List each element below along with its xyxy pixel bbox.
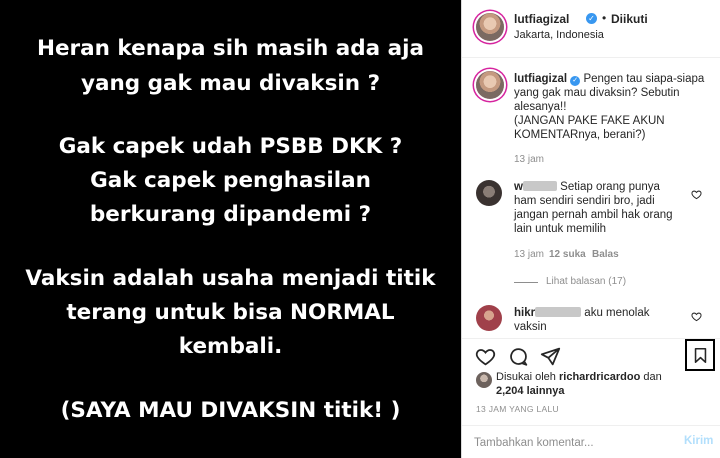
- post-text-line: Gak capek udah PSBB DKK ?: [58, 134, 403, 159]
- comment-username[interactable]: hikr: [514, 307, 535, 319]
- caption-line: Pengen tau siapa-siapa: [583, 73, 705, 85]
- comment-text: w Setiap orang punya: [514, 180, 704, 194]
- add-comment-bar: Kirim: [462, 425, 720, 458]
- post-side-panel: lutfiagizal ✓ • Diikuti Jakarta, Indones…: [461, 0, 720, 458]
- post-date: 13 JAM YANG LALU: [476, 404, 559, 414]
- view-replies-line: [514, 282, 538, 283]
- action-bar: [462, 338, 720, 372]
- comment-bubble-icon[interactable]: [508, 346, 529, 367]
- likes-count[interactable]: 2,204 lainnya: [496, 384, 565, 399]
- caption-line: KOMENTARnya, berani?): [514, 129, 646, 141]
- post-text-line: berkurang dipandemi ?: [89, 202, 372, 227]
- caption-username[interactable]: lutfiagizal: [514, 73, 567, 85]
- reply-button[interactable]: Balas: [592, 249, 619, 260]
- likes-and: dan: [643, 371, 662, 383]
- comment-line: vaksin: [514, 321, 547, 333]
- avatar[interactable]: [476, 13, 504, 41]
- post-text-line: terang untuk bisa NORMAL: [66, 300, 395, 325]
- likes-prefix: Disukai oleh: [496, 371, 556, 383]
- likes-summary: Disukai oleh richardricardoo dan: [496, 370, 716, 385]
- verified-badge-icon: ✓: [586, 13, 597, 24]
- post-text-line: kembali.: [178, 334, 283, 359]
- verified-badge-icon: ✓: [570, 76, 581, 86]
- comment-line: lain untuk memilih: [514, 223, 607, 235]
- comment-like-heart-icon[interactable]: [691, 311, 702, 322]
- post-comment-button[interactable]: Kirim: [684, 435, 713, 447]
- post-image[interactable]: Heran kenapa sih masih ada aja yang gak …: [0, 0, 461, 458]
- post-text-line: Vaksin adalah usaha menjadi titik: [25, 266, 436, 291]
- comment-avatar[interactable]: [476, 180, 502, 206]
- redacted-username: [522, 181, 557, 191]
- caption-text: lutfiagizal ✓ Pengen tau siapa-siapa: [514, 72, 714, 86]
- comment-likes[interactable]: 12 suka: [549, 249, 586, 260]
- comments-section: lutfiagizal ✓ Pengen tau siapa-siapa yan…: [462, 58, 720, 338]
- comment-like-heart-icon[interactable]: [691, 189, 702, 200]
- post-text-line: Heran kenapa sih masih ada aja: [36, 36, 425, 61]
- caption-line: alesanya!!: [514, 101, 567, 113]
- like-heart-icon[interactable]: [475, 346, 496, 367]
- view-replies-button[interactable]: Lihat balasan (17): [546, 276, 626, 287]
- post-text-line: (SAYA MAU DIVAKSIN titik! ): [60, 398, 401, 423]
- caption-avatar[interactable]: [476, 71, 504, 99]
- save-button[interactable]: [685, 339, 715, 371]
- caption-time: 13 jam: [514, 154, 545, 165]
- liker-username[interactable]: richardricardoo: [559, 371, 640, 383]
- post-text-line: Gak capek penghasilan: [90, 168, 371, 193]
- caption-line: yang gak mau divaksin? Sebutin: [514, 87, 680, 99]
- comment-time: 13 jam: [514, 249, 545, 260]
- comment-line: Setiap orang punya: [560, 181, 660, 193]
- share-send-icon[interactable]: [540, 346, 561, 367]
- caption-line: (JANGAN PAKE FAKE AKUN: [514, 115, 665, 127]
- comment-line: ham sendiri sendiri bro, jadi: [514, 195, 655, 207]
- comment-text: hikr aku menolak: [514, 306, 694, 320]
- liker-avatar[interactable]: [476, 372, 492, 388]
- follow-status-button[interactable]: Diikuti: [611, 12, 648, 26]
- post-text-line: yang gak mau divaksin ?: [80, 71, 381, 96]
- location-link[interactable]: Jakarta, Indonesia: [514, 29, 604, 41]
- bookmark-icon: [694, 347, 707, 364]
- comment-line: aku menolak: [584, 307, 650, 319]
- comment-avatar[interactable]: [476, 305, 502, 331]
- separator-dot: •: [602, 11, 607, 25]
- header-username[interactable]: lutfiagizal: [514, 12, 569, 26]
- post-header: lutfiagizal ✓ • Diikuti Jakarta, Indones…: [462, 0, 720, 58]
- comment-username[interactable]: w: [514, 181, 523, 193]
- add-comment-input[interactable]: [474, 435, 664, 451]
- comment-line: jangan pernah ambil hak orang: [514, 209, 673, 221]
- redacted-username: [535, 307, 582, 317]
